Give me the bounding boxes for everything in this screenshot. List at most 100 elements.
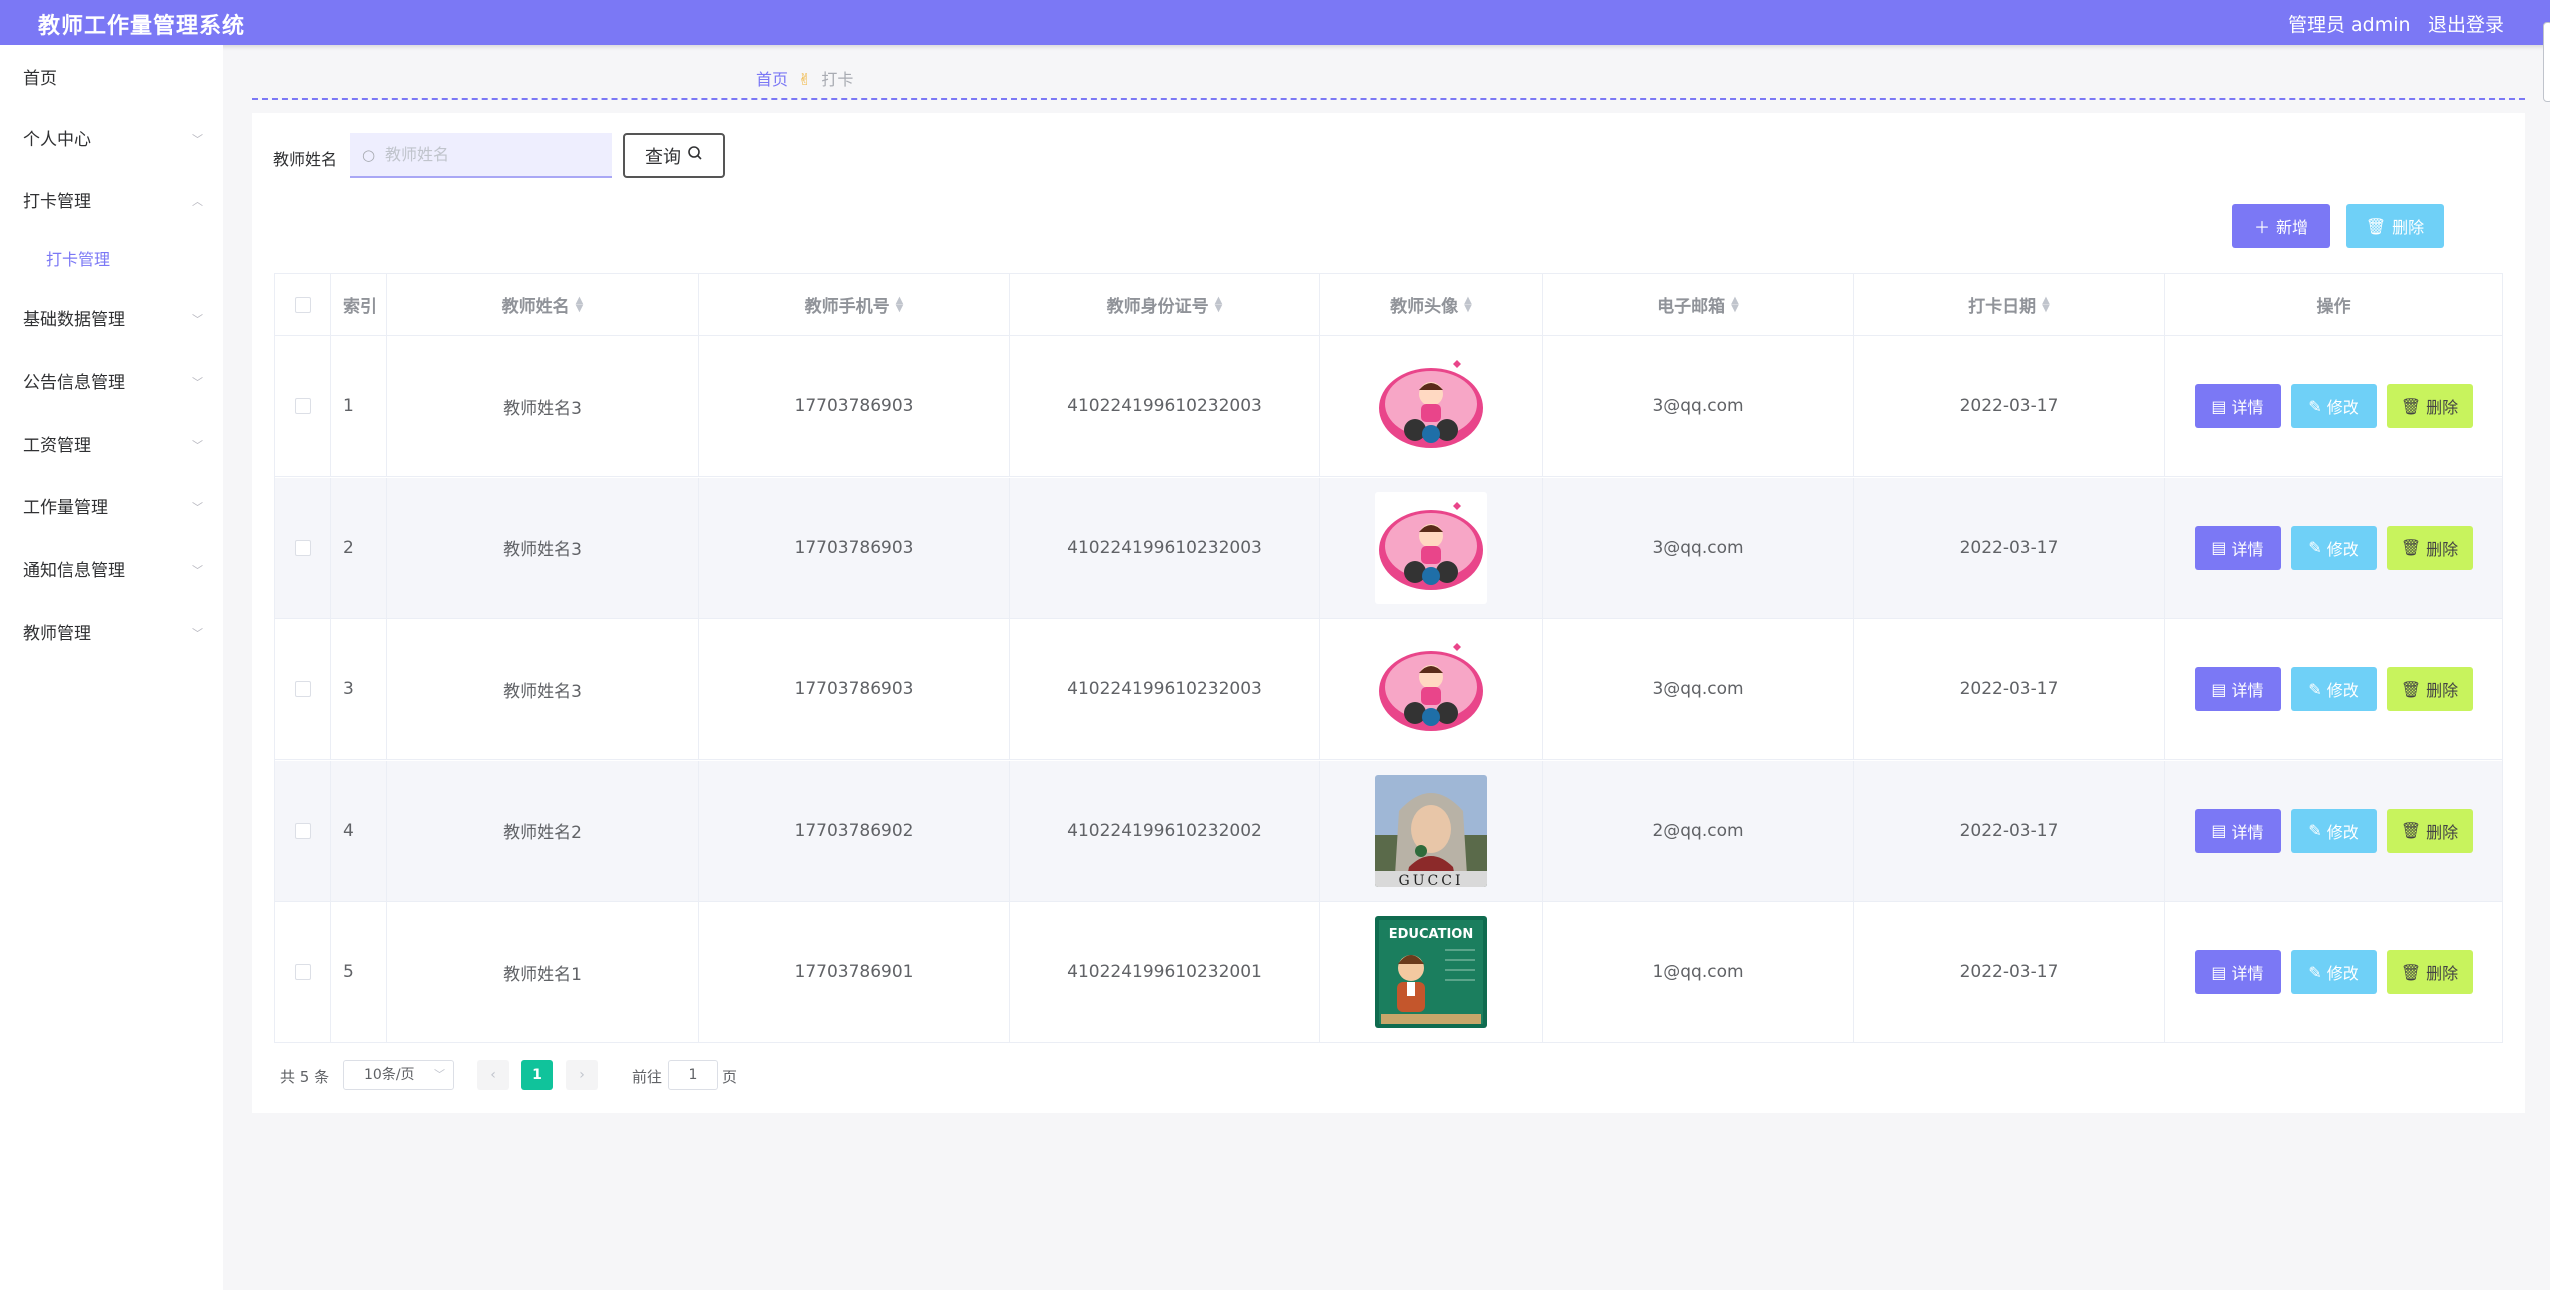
query-button-label: 查询 bbox=[645, 146, 681, 168]
sidebar-item-basic-data[interactable]: 基础数据管理 ﹀ bbox=[23, 305, 203, 335]
scrollbar[interactable] bbox=[2543, 22, 2550, 102]
row-checkbox[interactable] bbox=[294, 681, 311, 697]
sidebar-item-personal-center[interactable]: 个人中心 ﹀ bbox=[23, 125, 203, 155]
sidebar-item-label: 首页 bbox=[23, 69, 57, 89]
breadcrumb: 首页 ✌ 打卡 bbox=[756, 66, 853, 90]
edit-label: 修改 bbox=[2326, 681, 2359, 700]
cell-check bbox=[275, 902, 331, 1042]
sidebar-subitem-checkin[interactable]: 打卡管理 bbox=[46, 245, 226, 275]
logout-link[interactable]: 退出登录 bbox=[2428, 10, 2504, 37]
col-email[interactable]: 电子邮箱 ▲ ▼ bbox=[1543, 274, 1854, 335]
add-button[interactable]: ＋ 新增 bbox=[2232, 204, 2330, 248]
page-number-1[interactable]: 1 bbox=[521, 1060, 553, 1090]
cell-email-text: 3@qq.com bbox=[1652, 396, 1744, 416]
sidebar-item-salary[interactable]: 工资管理 ﹀ bbox=[23, 431, 203, 461]
sidebar-item-workload[interactable]: 工作量管理 ﹀ bbox=[23, 493, 203, 523]
teacher-avatar bbox=[1375, 633, 1487, 745]
remove-button[interactable]: 🗑 删除 bbox=[2386, 667, 2473, 711]
cell-name: 教师姓名3 bbox=[387, 477, 699, 618]
prev-page-button[interactable]: ‹ bbox=[477, 1060, 509, 1090]
remove-button[interactable]: 🗑 删除 bbox=[2386, 384, 2473, 428]
chevron-down-icon: ﹀ bbox=[192, 627, 203, 640]
select-all-checkbox[interactable] bbox=[294, 296, 311, 313]
sidebar-item-label: 通知信息管理 bbox=[23, 561, 125, 581]
col-avatar[interactable]: 教师头像 ▲ ▼ bbox=[1320, 274, 1543, 335]
detail-button[interactable]: ▤ 详情 bbox=[2194, 667, 2281, 711]
pagination-total: 共 5 条 bbox=[280, 1068, 330, 1086]
next-page-button[interactable]: › bbox=[566, 1060, 598, 1090]
cell-date: 2022-03-17 bbox=[1854, 477, 2165, 618]
query-button[interactable]: 查询 bbox=[623, 133, 725, 178]
sidebar-item-label: 打卡管理 bbox=[23, 192, 91, 212]
goto-page-input[interactable] bbox=[668, 1060, 718, 1090]
sidebar-item-checkin-management[interactable]: 打卡管理 ︿ bbox=[23, 187, 203, 217]
chevron-up-icon: ︿ bbox=[192, 195, 203, 208]
edit-button[interactable]: ✎ 修改 bbox=[2290, 950, 2377, 994]
col-phone[interactable]: 教师手机号 ▲ ▼ bbox=[699, 274, 1010, 335]
sidebar-item-teachers[interactable]: 教师管理 ﹀ bbox=[23, 619, 203, 649]
cell-email: 3@qq.com bbox=[1543, 336, 1854, 476]
remove-button[interactable]: 🗑 删除 bbox=[2386, 808, 2473, 853]
edit-icon: ✎ bbox=[2308, 396, 2322, 416]
sidebar-item-label: 基础数据管理 bbox=[23, 310, 125, 330]
cell-idcard-text: 410224199610232003 bbox=[1067, 537, 1262, 558]
row-checkbox[interactable] bbox=[294, 539, 311, 556]
detail-button[interactable]: ▤ 详情 bbox=[2194, 808, 2281, 853]
edit-button[interactable]: ✎ 修改 bbox=[2290, 384, 2377, 428]
remove-button[interactable]: 🗑 删除 bbox=[2386, 950, 2473, 994]
cell-email-text: 3@qq.com bbox=[1652, 537, 1744, 558]
col-date[interactable]: 打卡日期 ▲ ▼ bbox=[1854, 274, 2165, 335]
sort-icon[interactable]: ▲ ▼ bbox=[896, 295, 904, 313]
sort-icon[interactable]: ▲ ▼ bbox=[2042, 295, 2050, 313]
search-icon: ○ bbox=[362, 146, 376, 164]
sort-icon[interactable]: ▲ ▼ bbox=[1215, 295, 1223, 313]
teacher-avatar bbox=[1375, 491, 1487, 604]
cell-date: 2022-03-17 bbox=[1854, 619, 2165, 759]
sidebar-item-home[interactable]: 首页 bbox=[23, 64, 203, 94]
cell-idcard: 410224199610232001 bbox=[1010, 902, 1320, 1042]
sidebar-item-notifications[interactable]: 通知信息管理 ﹀ bbox=[23, 556, 203, 586]
page-size-select[interactable]: 10条/页 ﹀ bbox=[343, 1060, 454, 1090]
remove-button[interactable]: 🗑 删除 bbox=[2386, 525, 2473, 570]
cell-email: 3@qq.com bbox=[1543, 477, 1854, 618]
cell-ops: ▤ 详情 ✎ 修改 🗑 删除 bbox=[2165, 619, 2502, 759]
cell-index-text: 1 bbox=[343, 396, 354, 416]
batch-delete-button[interactable]: 🗑 删除 bbox=[2346, 204, 2444, 248]
breadcrumb-home[interactable]: 首页 bbox=[756, 70, 788, 89]
remove-label: 删除 bbox=[2426, 964, 2459, 983]
cell-name-text: 教师姓名3 bbox=[503, 681, 582, 702]
cell-idcard: 410224199610232002 bbox=[1010, 760, 1320, 901]
checkin-table: 索引 教师姓名 ▲ ▼ 教师手机号 ▲ ▼ 教师身份证号 ▲ ▼ 教师头像 ▲ ▼ 电子邮箱 ▲ ▼… bbox=[274, 273, 2503, 1043]
search-icon bbox=[687, 145, 703, 166]
sidebar-item-announcements[interactable]: 公告信息管理 ﹀ bbox=[23, 368, 203, 398]
cell-phone-text: 17703786902 bbox=[794, 820, 914, 841]
col-name-label: 教师姓名 bbox=[501, 297, 570, 317]
sort-icon[interactable]: ▲ ▼ bbox=[576, 295, 584, 313]
edit-button[interactable]: ✎ 修改 bbox=[2290, 808, 2377, 853]
row-checkbox[interactable] bbox=[294, 398, 311, 414]
row-checkbox[interactable] bbox=[294, 964, 311, 980]
col-name[interactable]: 教师姓名 ▲ ▼ bbox=[387, 274, 699, 335]
sidebar-item-label: 个人中心 bbox=[23, 130, 91, 150]
detail-button[interactable]: ▤ 详情 bbox=[2194, 950, 2281, 994]
edit-label: 修改 bbox=[2326, 964, 2359, 983]
detail-button[interactable]: ▤ 详情 bbox=[2194, 384, 2281, 428]
sidebar-item-label: 工资管理 bbox=[23, 436, 91, 456]
col-idcard[interactable]: 教师身份证号 ▲ ▼ bbox=[1010, 274, 1320, 335]
edit-label: 修改 bbox=[2326, 398, 2359, 417]
cell-date: 2022-03-17 bbox=[1854, 902, 2165, 1042]
remove-label: 删除 bbox=[2426, 539, 2459, 559]
search-input[interactable] bbox=[385, 133, 605, 176]
cell-date-text: 2022-03-17 bbox=[1959, 820, 2059, 841]
plus-icon: ＋ bbox=[2253, 218, 2270, 237]
top-bar: 教师工作量管理系统 管理员 admin 退出登录 bbox=[0, 0, 2550, 45]
row-checkbox[interactable] bbox=[294, 822, 311, 839]
edit-button[interactable]: ✎ 修改 bbox=[2290, 667, 2377, 711]
sort-icon[interactable]: ▲ ▼ bbox=[1731, 295, 1739, 313]
sort-icon[interactable]: ▲ ▼ bbox=[1464, 295, 1472, 313]
edit-button[interactable]: ✎ 修改 bbox=[2290, 525, 2377, 570]
detail-button[interactable]: ▤ 详情 bbox=[2194, 525, 2281, 570]
chevron-down-icon: ﹀ bbox=[192, 133, 203, 146]
cell-phone-text: 17703786903 bbox=[794, 679, 914, 699]
select-all-cell bbox=[275, 274, 331, 335]
